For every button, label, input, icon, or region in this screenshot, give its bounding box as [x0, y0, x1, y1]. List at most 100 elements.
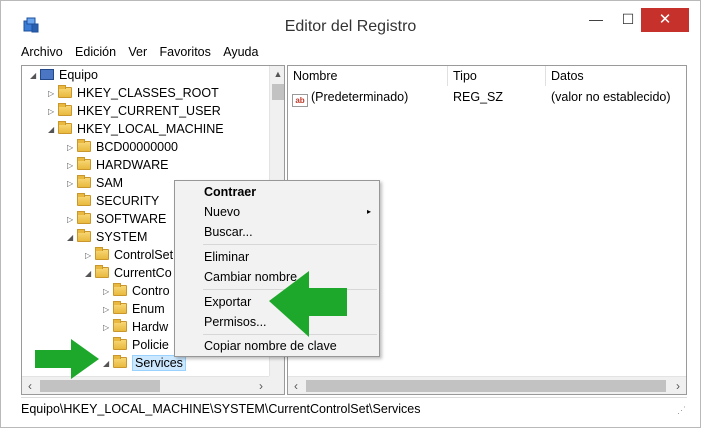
- menu-item-buscar[interactable]: Buscar...: [175, 222, 379, 242]
- tree-item-software[interactable]: ▷ SOFTWARE: [67, 210, 166, 228]
- tree-item-controlset[interactable]: ▷ ControlSet: [85, 246, 173, 264]
- green-arrow-left-icon: [269, 271, 347, 337]
- folder-open-icon: [77, 229, 91, 242]
- menu-item-contraer[interactable]: Contraer: [175, 182, 379, 202]
- menu-edicion[interactable]: Edición: [75, 45, 116, 59]
- menu-item-label: Copiar nombre de clave: [204, 339, 337, 353]
- expand-icon[interactable]: ▷: [67, 157, 77, 175]
- tree-item-label: HKEY_LOCAL_MACHINE: [77, 122, 224, 136]
- scroll-thumb[interactable]: [306, 380, 666, 392]
- collapse-icon[interactable]: ◢: [67, 229, 77, 247]
- tree-item-label: Enum: [132, 302, 165, 316]
- folder-icon: [95, 247, 109, 260]
- tree-item-label: Equipo: [59, 68, 98, 82]
- folder-open-icon: [58, 121, 72, 134]
- menu-bar: Archivo Edición Ver Favoritos Ayuda: [21, 45, 267, 63]
- menu-item-label: Buscar...: [204, 225, 253, 239]
- folder-icon: [77, 175, 91, 188]
- value-type: REG_SZ: [453, 90, 504, 104]
- menu-item-label: Permisos...: [204, 315, 267, 329]
- menu-ayuda[interactable]: Ayuda: [223, 45, 258, 59]
- scroll-right-icon[interactable]: ›: [670, 377, 686, 394]
- expand-icon[interactable]: ▷: [85, 247, 95, 265]
- close-button[interactable]: ✕: [641, 8, 689, 32]
- collapse-icon[interactable]: ◢: [30, 67, 40, 85]
- tree-item-label: HKEY_CURRENT_USER: [77, 104, 221, 118]
- menu-item-label: Nuevo: [204, 205, 241, 219]
- tree-item-security[interactable]: SECURITY: [67, 192, 159, 210]
- scroll-left-icon[interactable]: ‹: [22, 377, 38, 394]
- tree-item-enum[interactable]: ▷ Enum: [103, 300, 165, 318]
- scroll-thumb[interactable]: [272, 84, 284, 100]
- expand-icon[interactable]: ▷: [67, 175, 77, 193]
- expand-icon[interactable]: ▷: [48, 85, 58, 103]
- tree-item-label: Services: [132, 355, 186, 371]
- column-header-datos[interactable]: Datos: [546, 66, 686, 86]
- menu-favoritos[interactable]: Favoritos: [159, 45, 210, 59]
- folder-icon: [113, 319, 127, 332]
- green-arrow-right-icon: [35, 339, 99, 379]
- tree-item-label: Policie: [132, 338, 169, 352]
- expand-icon[interactable]: ▷: [103, 319, 113, 337]
- menu-archivo[interactable]: Archivo: [21, 45, 63, 59]
- tree-item-system[interactable]: ◢ SYSTEM: [67, 228, 147, 246]
- tree-item-currentcontrolset[interactable]: ◢ CurrentCo: [85, 264, 172, 282]
- expand-icon[interactable]: ▷: [67, 139, 77, 157]
- menu-item-label: Contraer: [204, 185, 257, 199]
- scroll-right-icon[interactable]: ›: [253, 377, 269, 394]
- resize-grip-icon[interactable]: ⋰: [677, 405, 687, 415]
- expand-icon[interactable]: ▷: [48, 103, 58, 121]
- tree-item-label: SECURITY: [96, 194, 160, 208]
- expand-icon[interactable]: ▷: [103, 283, 113, 301]
- menu-item-copiar-nombre-de-clave[interactable]: Copiar nombre de clave: [175, 336, 379, 356]
- maximize-button[interactable]: ☐: [613, 8, 643, 32]
- tree-item-hardware-profiles[interactable]: ▷ Hardw: [103, 318, 168, 336]
- expand-icon[interactable]: ▷: [67, 211, 77, 229]
- tree-item-sam[interactable]: ▷ SAM: [67, 174, 123, 192]
- tree-item-label: SAM: [96, 176, 124, 190]
- tree-item-hkey-local-machine[interactable]: ◢ HKEY_LOCAL_MACHINE: [48, 120, 224, 138]
- title-bar: Editor del Registro — ☐ ✕: [1, 1, 700, 41]
- tree-item-label: Hardw: [132, 320, 169, 334]
- expand-icon[interactable]: ▷: [103, 301, 113, 319]
- tree-item-policies[interactable]: Policie: [103, 336, 169, 354]
- tree-item-hardware[interactable]: ▷ HARDWARE: [67, 156, 168, 174]
- menu-item-nuevo[interactable]: Nuevo ▸: [175, 202, 379, 222]
- tree-item-equipo[interactable]: ◢ Equipo: [30, 66, 98, 84]
- tree-item-control[interactable]: ▷ Contro: [103, 282, 170, 300]
- menu-item-eliminar[interactable]: Eliminar: [175, 247, 379, 267]
- folder-open-icon: [95, 265, 109, 278]
- menu-item-label: Exportar: [204, 295, 252, 309]
- scroll-up-icon[interactable]: ▲: [270, 66, 284, 82]
- folder-icon: [113, 337, 127, 350]
- value-row[interactable]: ab (Predeterminado) REG_SZ (valor no esta…: [288, 88, 686, 107]
- collapse-icon[interactable]: ◢: [48, 121, 58, 139]
- menu-ver[interactable]: Ver: [128, 45, 147, 59]
- string-value-icon: ab: [292, 94, 308, 107]
- value-data: (valor no establecido): [551, 90, 671, 104]
- tree-item-hkey-classes-root[interactable]: ▷ HKEY_CLASSES_ROOT: [48, 84, 219, 102]
- folder-icon: [113, 301, 127, 314]
- values-horizontal-scrollbar[interactable]: ‹ ›: [288, 376, 686, 394]
- tree-item-label: HKEY_CLASSES_ROOT: [77, 86, 219, 100]
- scroll-left-icon[interactable]: ‹: [288, 377, 304, 394]
- tree-item-label: CurrentCo: [114, 266, 172, 280]
- scroll-corner: [269, 376, 284, 394]
- folder-icon: [58, 85, 72, 98]
- column-header-tipo[interactable]: Tipo: [448, 66, 546, 86]
- submenu-arrow-icon: ▸: [366, 207, 371, 216]
- tree-item-label: HARDWARE: [96, 158, 169, 172]
- scroll-thumb[interactable]: [40, 380, 160, 392]
- tree-item-label: Contro: [132, 284, 170, 298]
- tree-item-hkey-current-user[interactable]: ▷ HKEY_CURRENT_USER: [48, 102, 221, 120]
- folder-icon: [77, 193, 91, 206]
- collapse-icon[interactable]: ◢: [103, 355, 113, 373]
- value-name: (Predeterminado): [311, 90, 409, 104]
- menu-item-label: Eliminar: [204, 250, 250, 264]
- collapse-icon[interactable]: ◢: [85, 265, 95, 283]
- computer-icon: [40, 69, 54, 80]
- column-header-nombre[interactable]: Nombre: [288, 66, 448, 86]
- tree-item-bcd00000000[interactable]: ▷ BCD00000000: [67, 138, 178, 156]
- arrow-shape: [269, 271, 347, 337]
- minimize-button[interactable]: —: [581, 8, 611, 32]
